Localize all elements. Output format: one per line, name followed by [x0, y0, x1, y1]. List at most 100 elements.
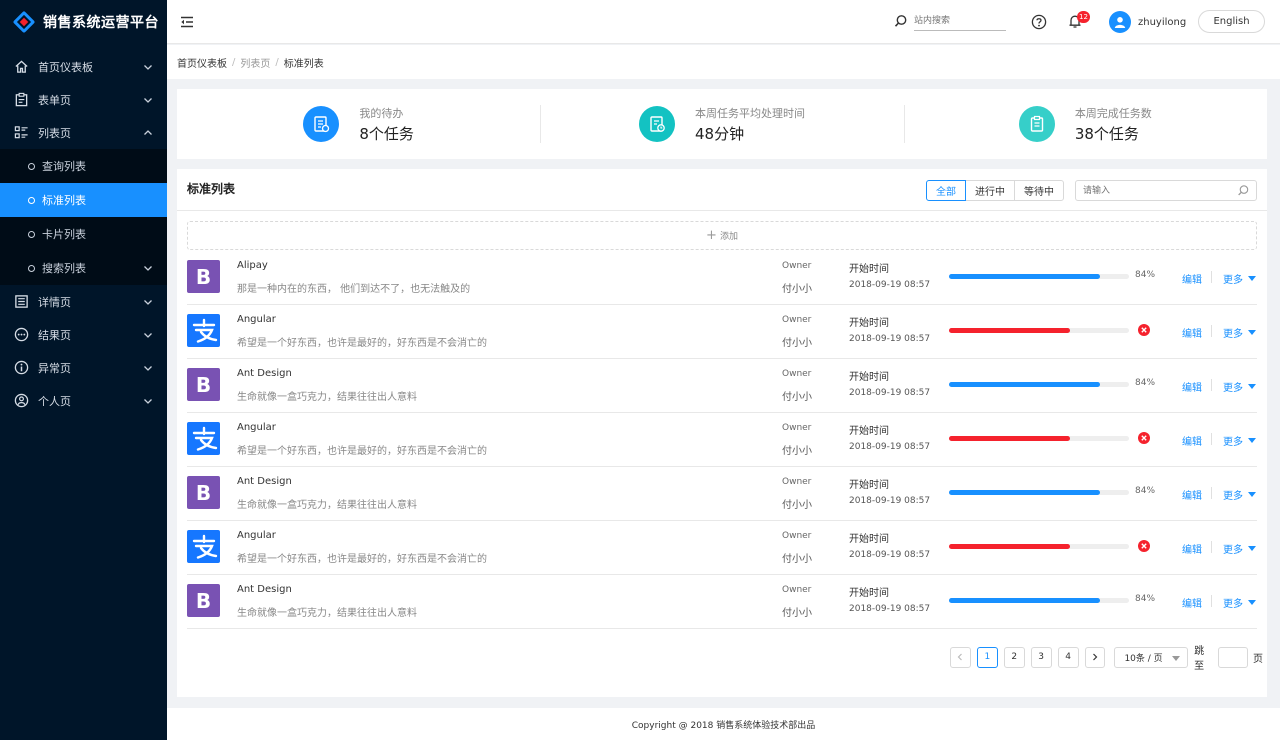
filter-all-button[interactable]: 全部	[926, 180, 966, 201]
sidebar-item-result[interactable]: 结果页	[0, 318, 167, 351]
bootstrap-logo-icon: B	[187, 584, 220, 617]
more-dropdown[interactable]: 更多	[1223, 271, 1256, 286]
info-circle-icon	[13, 360, 29, 376]
logo-icon	[12, 10, 36, 34]
action-divider	[1211, 325, 1212, 337]
sidebar-item-form[interactable]: 表单页	[0, 83, 167, 116]
sidebar-item-personal[interactable]: 个人页	[0, 384, 167, 417]
breadcrumb-item[interactable]: 列表页	[240, 55, 270, 70]
progress-percent: 84%	[1135, 594, 1156, 604]
sidebar-item-standard-list[interactable]: 标准列表	[0, 183, 167, 217]
footer: Copyright @ 2018 销售系统体验技术部出品	[167, 708, 1280, 740]
sidebar-item-label: 详情页	[38, 295, 71, 309]
edit-link[interactable]: 编辑	[1182, 541, 1202, 556]
more-dropdown[interactable]: 更多	[1223, 595, 1256, 610]
caret-down-icon	[1248, 330, 1256, 335]
action-divider	[1211, 487, 1212, 499]
sidebar-item-card-list[interactable]: 卡片列表	[0, 217, 167, 251]
start-time-value: 2018-09-19 08:57	[849, 550, 931, 560]
question-circle-icon[interactable]	[1031, 14, 1047, 30]
add-item-button[interactable]: + 添加	[187, 221, 1257, 250]
edit-link[interactable]: 编辑	[1182, 379, 1202, 394]
item-title[interactable]: Ant Design	[237, 584, 292, 595]
more-dropdown[interactable]: 更多	[1223, 541, 1256, 556]
stat-todo: 我的待办 8个任务	[177, 89, 540, 159]
item-description: 生命就像一盒巧克力，结果往往出人意料	[237, 608, 417, 619]
logo[interactable]: 销售系统运营平台	[0, 0, 167, 44]
edit-link[interactable]: 编辑	[1182, 271, 1202, 286]
item-title[interactable]: Alipay	[237, 260, 268, 271]
item-title[interactable]: Angular	[237, 314, 276, 325]
site-search-input[interactable]	[914, 11, 1006, 31]
list-search	[1075, 180, 1257, 201]
list-item: 支 Angular 希望是一个好东西，也许是最好的，好东西是不会消亡的 Owner 付小…	[187, 413, 1257, 467]
action-divider	[1211, 271, 1212, 283]
item-title[interactable]: Ant Design	[237, 476, 292, 487]
stats-panel: 我的待办 8个任务 本周任务平均处理时间 48分钟 本周完成任务数 38个任务	[177, 89, 1267, 159]
logo-letter: B	[195, 264, 212, 289]
item-title[interactable]: Angular	[237, 422, 276, 433]
start-time-value: 2018-09-19 08:57	[849, 604, 931, 614]
progress-percent: 84%	[1135, 270, 1156, 280]
edit-link[interactable]: 编辑	[1182, 595, 1202, 610]
start-time-label: 开始时间	[849, 264, 889, 275]
more-dropdown[interactable]: 更多	[1223, 325, 1256, 340]
filter-waiting-button[interactable]: 等待中	[1014, 180, 1064, 201]
more-label: 更多	[1223, 383, 1243, 394]
list-item: B Ant Design 生命就像一盒巧克力，结果往往出人意料 Owner 付小小 开始时…	[187, 575, 1257, 629]
start-time-label: 开始时间	[849, 480, 889, 491]
progress-bar	[949, 598, 1129, 603]
more-dropdown[interactable]: 更多	[1223, 487, 1256, 502]
copyright-text: Copyright @ 2018 销售系统体验技术部出品	[631, 720, 816, 731]
item-title[interactable]: Angular	[237, 530, 276, 541]
alipay-logo-icon: 支	[187, 530, 220, 563]
page-2-button[interactable]: 2	[1003, 646, 1025, 668]
item-description: 希望是一个好东西，也许是最好的，好东西是不会消亡的	[237, 554, 487, 565]
jump-page-input[interactable]	[1218, 646, 1249, 668]
page-1-button[interactable]: 1	[976, 646, 998, 668]
sidebar-item-detail[interactable]: 详情页	[0, 285, 167, 318]
filter-in-progress-button[interactable]: 进行中	[965, 180, 1015, 201]
more-label: 更多	[1223, 329, 1243, 340]
start-time-value: 2018-09-19 08:57	[849, 280, 931, 290]
app-title: 销售系统运营平台	[43, 15, 159, 31]
page-size-select[interactable]: 10条 / 页	[1114, 646, 1189, 668]
stat-avg-time: 本周任务平均处理时间 48分钟	[540, 89, 903, 159]
stat-completed: 本周完成任务数 38个任务	[903, 89, 1267, 159]
search-icon[interactable]	[1237, 184, 1250, 197]
edit-link[interactable]: 编辑	[1182, 325, 1202, 340]
item-title[interactable]: Ant Design	[237, 368, 292, 379]
owner-value: 付小小	[782, 392, 812, 403]
sidebar-item-list[interactable]: 列表页	[0, 116, 167, 149]
edit-link[interactable]: 编辑	[1182, 487, 1202, 502]
next-page-button[interactable]	[1084, 646, 1106, 668]
sidebar-item-exception[interactable]: 异常页	[0, 351, 167, 384]
chevron-down-icon	[144, 398, 152, 404]
list-search-input[interactable]	[1076, 181, 1236, 200]
chevron-down-icon	[144, 97, 152, 103]
sidebar-submenu-list: 查询列表 标准列表 卡片列表 搜索列表	[0, 149, 167, 285]
sidebar-item-query-list[interactable]: 查询列表	[0, 149, 167, 183]
caret-down-icon	[1248, 600, 1256, 605]
breadcrumb-current: 标准列表	[283, 58, 324, 70]
caret-down-icon	[1248, 546, 1256, 551]
search-icon[interactable]	[894, 14, 908, 28]
more-dropdown[interactable]: 更多	[1223, 433, 1256, 448]
page-3-button[interactable]: 3	[1030, 646, 1052, 668]
sidebar-item-dashboard[interactable]: 首页仪表板	[0, 50, 167, 83]
notifications[interactable]: 12	[1067, 11, 1090, 31]
edit-link[interactable]: 编辑	[1182, 433, 1202, 448]
more-dropdown[interactable]: 更多	[1223, 379, 1256, 394]
bootstrap-logo-icon: B	[187, 368, 220, 401]
sidebar-item-search-list[interactable]: 搜索列表	[0, 251, 167, 285]
menu-fold-icon[interactable]	[179, 14, 195, 30]
breadcrumb-item[interactable]: 首页仪表板	[177, 55, 227, 70]
chevron-down-icon	[144, 299, 152, 305]
user-menu[interactable]: zhuyilong	[1109, 11, 1186, 33]
owner-label: Owner	[782, 585, 812, 595]
language-switch-button[interactable]: English	[1198, 10, 1265, 33]
close-circle-icon	[1138, 324, 1150, 336]
prev-page-button[interactable]	[950, 646, 971, 668]
alipay-logo-icon: 支	[187, 314, 220, 347]
page-4-button[interactable]: 4	[1057, 646, 1079, 668]
